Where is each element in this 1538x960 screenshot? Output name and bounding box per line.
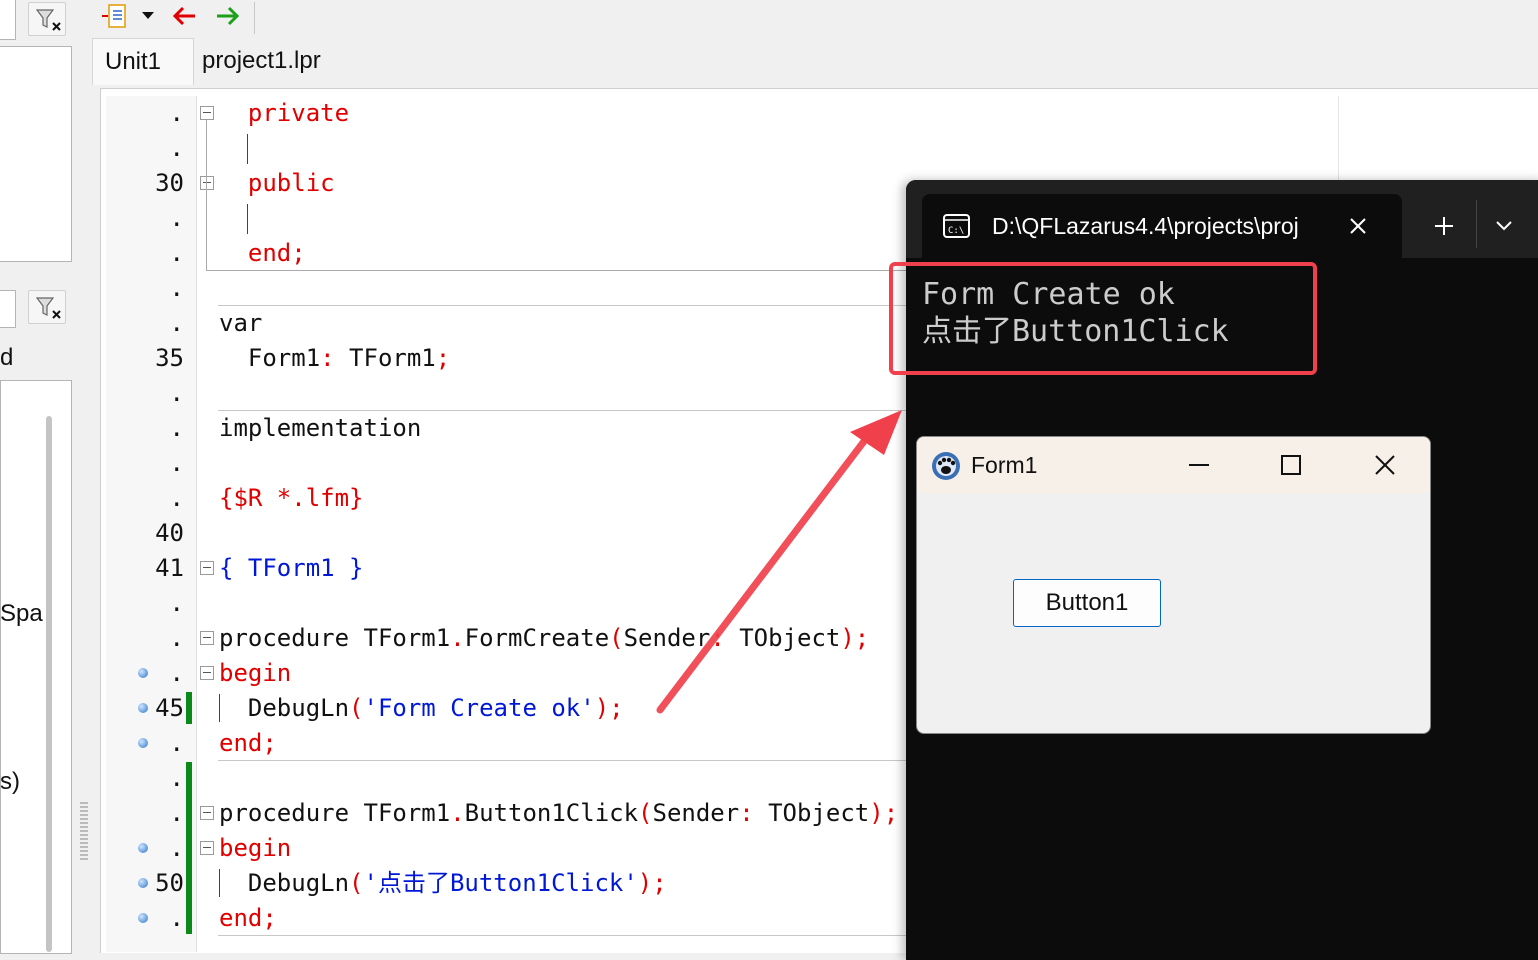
form1-window: Form1 Button1 bbox=[916, 436, 1431, 734]
maximize-icon[interactable] bbox=[1279, 453, 1303, 477]
button1[interactable]: Button1 bbox=[1013, 579, 1161, 627]
form1-title: Form1 bbox=[971, 452, 1038, 478]
minimize-icon[interactable] bbox=[1187, 453, 1211, 477]
lazarus-paw-icon bbox=[932, 452, 960, 480]
close-icon[interactable] bbox=[1373, 453, 1397, 477]
form1-titlebar[interactable]: Form1 bbox=[917, 437, 1430, 493]
